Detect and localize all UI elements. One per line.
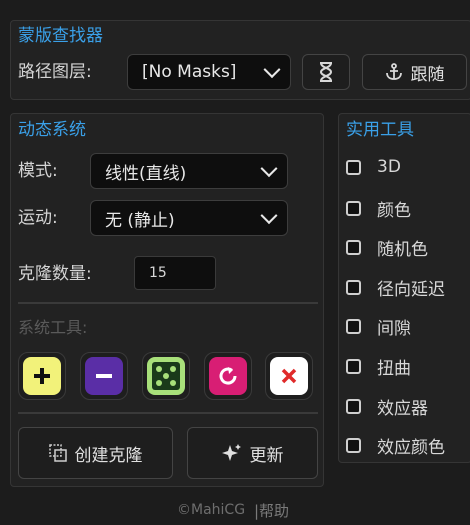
hourglass-icon (320, 62, 332, 82)
utility-item[interactable]: 间隙 (346, 314, 411, 339)
utility-item-label: 扭曲 (377, 359, 411, 379)
path-layer-dropdown[interactable]: [No Masks] (127, 54, 291, 90)
copyright-text: ©MahiCG (177, 502, 246, 518)
mode-dropdown[interactable]: 线性(直线) (90, 153, 288, 189)
random-tool-button[interactable] (142, 352, 190, 400)
add-tool-button[interactable] (18, 352, 66, 400)
checkbox[interactable] (346, 201, 361, 216)
motion-label: 运动: (18, 208, 58, 228)
checkbox[interactable] (346, 438, 361, 453)
dice-icon (152, 362, 180, 390)
checkbox[interactable] (346, 280, 361, 295)
follow-button-label: 跟随 (410, 64, 445, 85)
utility-item-label: 3D (377, 157, 401, 177)
motion-value: 无 (静止) (105, 210, 175, 231)
checkbox[interactable] (346, 159, 361, 175)
utility-item[interactable]: 效应颜色 (346, 433, 445, 458)
close-icon (281, 368, 297, 384)
utility-item-label: 效应颜色 (377, 438, 445, 458)
checkbox[interactable] (346, 399, 361, 414)
clone-count-label: 克隆数量: (18, 264, 92, 284)
chevron-down-icon (260, 207, 278, 225)
utility-item[interactable]: 随机色 (346, 235, 428, 260)
path-layer-label: 路径图层: (18, 62, 92, 82)
anchor-icon (385, 63, 402, 80)
remove-tool-button[interactable] (80, 352, 128, 400)
help-link[interactable]: |帮助 (254, 500, 289, 521)
divider (18, 302, 318, 304)
checkbox[interactable] (346, 240, 361, 255)
dynamics-title: 动态系统 (18, 120, 86, 140)
clone-count-field[interactable]: 15 (134, 256, 216, 290)
utility-item[interactable]: 3D (346, 157, 401, 177)
motion-dropdown[interactable]: 无 (静止) (90, 200, 288, 236)
utility-item-label: 间隙 (377, 319, 411, 339)
update-button[interactable]: 更新 (187, 427, 318, 479)
utility-item[interactable]: 径向延迟 (346, 275, 445, 300)
chevron-down-icon (263, 61, 281, 79)
utility-item-label: 效应器 (377, 399, 428, 419)
checkbox[interactable] (346, 319, 361, 334)
clone-icon (48, 444, 67, 462)
utility-item-label: 颜色 (377, 201, 411, 221)
chevron-down-icon (260, 160, 278, 178)
hourglass-button[interactable] (302, 54, 350, 90)
plus-icon (34, 368, 50, 384)
mask-finder-title: 蒙版查找器 (18, 26, 103, 46)
utility-item[interactable]: 效应器 (346, 394, 428, 419)
create-clones-label: 创建克隆 (74, 445, 143, 466)
utility-item-label: 随机色 (377, 240, 428, 260)
create-clones-button[interactable]: 创建克隆 (18, 427, 173, 479)
utility-item-label: 径向延迟 (377, 280, 445, 300)
utility-item[interactable]: 颜色 (346, 196, 411, 221)
utilities-title: 实用工具 (346, 120, 414, 140)
clone-count-value: 15 (149, 265, 167, 281)
checkbox[interactable] (346, 359, 361, 374)
follow-button[interactable]: 跟随 (362, 54, 467, 90)
utility-item[interactable]: 扭曲 (346, 354, 411, 379)
mode-value: 线性(直线) (105, 163, 187, 184)
system-tools-label: 系统工具: (18, 318, 88, 337)
reset-tool-button[interactable] (204, 352, 252, 400)
minus-icon (96, 374, 112, 378)
mode-label: 模式: (18, 161, 58, 181)
path-layer-value: [No Masks] (142, 62, 237, 82)
divider (18, 412, 318, 414)
delete-tool-button[interactable] (265, 352, 313, 400)
sparkle-icon (221, 444, 241, 461)
refresh-icon (219, 367, 237, 385)
update-button-label: 更新 (249, 445, 284, 466)
